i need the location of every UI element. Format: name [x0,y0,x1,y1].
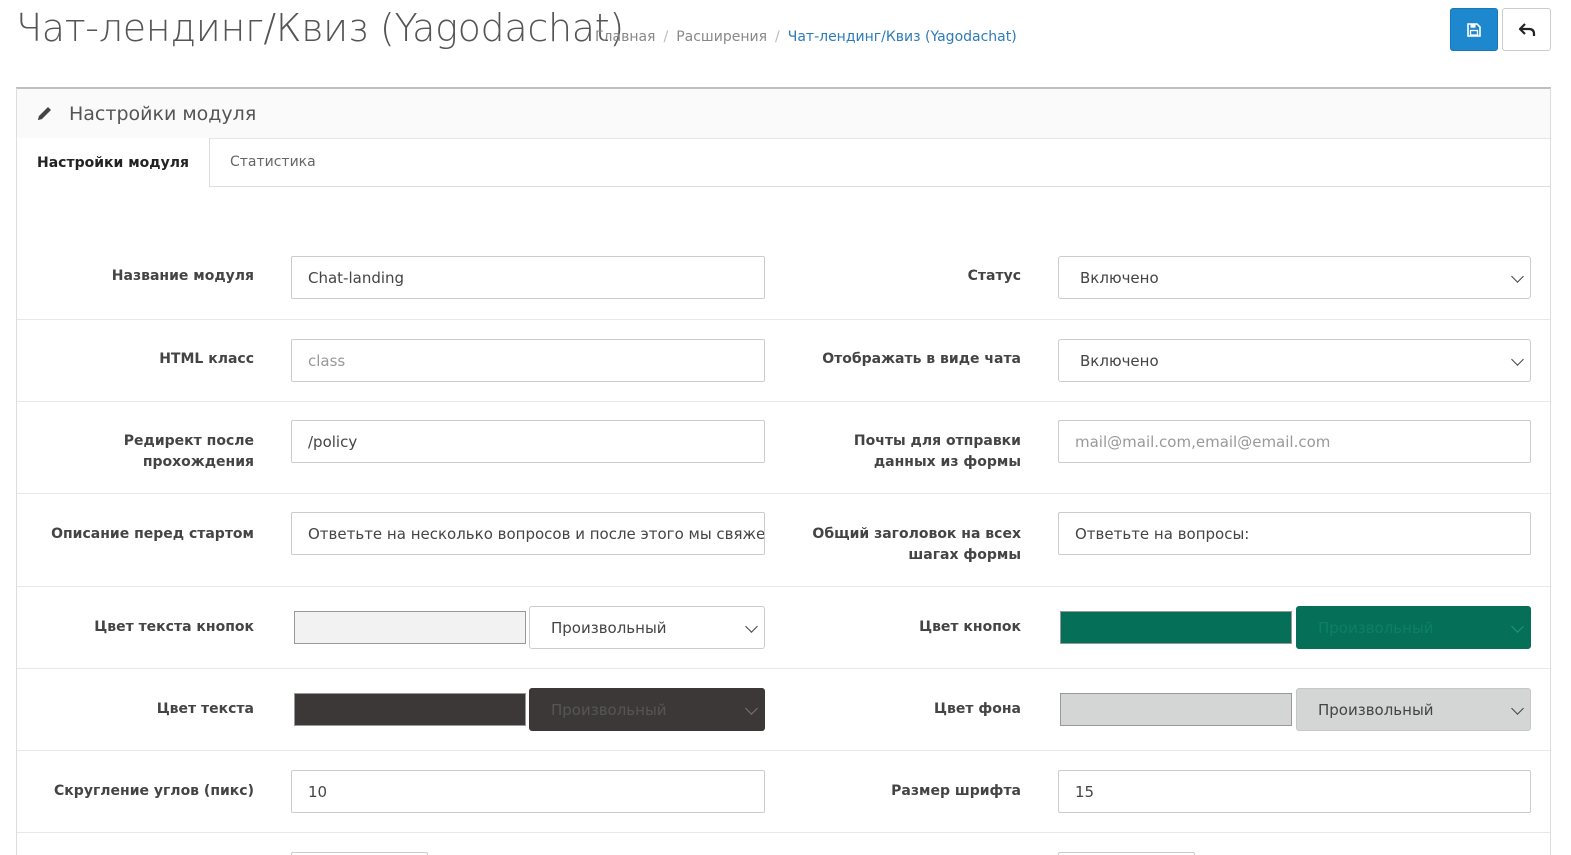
button-color-select[interactable]: Произвольный [1296,606,1531,649]
display-chat-value: Включено [1080,351,1159,370]
status-select[interactable]: Включено [1058,256,1531,299]
bg-color-value: Произвольный [1318,700,1434,719]
tab-module-settings[interactable]: Настройки модуля [17,138,210,187]
form-row-description-title: Описание перед стартом Ответьте на неско… [17,493,1550,586]
display-chat-label: Отображать в виде чата [822,351,1021,367]
font-size-label: Размер шрифта [891,783,1021,799]
font-size-input[interactable]: 15 [1058,770,1531,813]
breadcrumb-current[interactable]: Чат-лендинг/Квиз (Yagodachat) [788,29,1017,45]
chevron-down-icon [745,701,758,715]
chevron-down-icon [1511,269,1524,283]
button-text-color-select[interactable]: Произвольный [529,606,765,649]
breadcrumb: Главная / Расширения / Чат-лендинг/Квиз … [595,29,1017,45]
reply-icon [1518,22,1535,36]
text-color-value: Произвольный [551,700,667,719]
text-color-swatch[interactable] [294,693,526,726]
pencil-icon [38,106,51,120]
back-button[interactable] [1502,8,1551,51]
bg-color-select[interactable]: Произвольный [1296,688,1531,731]
form-row-redirect-emails: Редирект после прохождения /policy Почты… [17,401,1550,493]
breadcrumb-extensions[interactable]: Расширения [676,29,767,45]
chevron-down-icon [745,619,758,633]
save-icon [1467,22,1481,37]
button-text-color-value: Произвольный [551,618,667,637]
tab-statistics[interactable]: Статистика [210,138,336,186]
save-button[interactable] [1450,8,1498,51]
settings-panel: Настройки модуля Настройки модуля Статис… [16,87,1551,855]
common-title-label: Общий заголовок на всех шагах формы [812,526,1021,563]
description-label: Описание перед стартом [51,526,254,542]
bg-color-swatch[interactable] [1060,693,1292,726]
button-text-color-label: Цвет текста кнопок [94,619,254,635]
emails-input[interactable]: mail@mail.com,email@email.com [1058,420,1531,463]
emails-label: Почты для отправки данных из формы [853,433,1021,470]
module-name-label: Название модуля [111,268,254,284]
border-radius-input[interactable]: 10 [291,770,765,813]
tabs: Настройки модуля Статистика [17,138,1550,187]
button-color-value: Произвольный [1318,618,1434,637]
html-class-label: HTML класс [159,351,254,367]
button-text-color-swatch[interactable] [294,611,526,644]
panel-heading: Настройки модуля [17,89,1550,139]
html-class-input[interactable]: class [291,339,765,382]
status-label: Статус [967,268,1021,284]
text-color-select[interactable]: Произвольный [529,688,765,731]
description-input[interactable]: Ответьте на несколько вопросов и после э… [291,512,765,555]
form-row-next [17,832,1550,855]
redirect-label: Редирект после прохождения [123,433,254,470]
form-row-text-bg-colors: Цвет текста Произвольный Цвет фона Произ… [17,668,1550,750]
form-row-class-chat: HTML класс class Отображать в виде чата … [17,319,1550,401]
chevron-down-icon [1511,619,1524,633]
button-color-swatch[interactable] [1060,611,1292,644]
module-name-input[interactable]: Chat-landing [291,256,765,299]
text-color-label: Цвет текста [156,701,254,717]
display-chat-select[interactable]: Включено [1058,339,1531,382]
border-radius-label: Скругление углов (пикс) [54,783,254,799]
status-value: Включено [1080,268,1159,287]
form-row-button-colors: Цвет текста кнопок Произвольный Цвет кно… [17,586,1550,668]
redirect-input[interactable]: /policy [291,420,765,463]
common-title-input[interactable]: Ответьте на вопросы: [1058,512,1531,555]
form-row-radius-font: Скругление углов (пикс) 10 Размер шрифта… [17,750,1550,832]
form-row-name-status: Название модуля Chat-landing Статус Вклю… [17,237,1550,319]
page-title: Чат-лендинг/Квиз (Yagodachat) [16,6,624,50]
chevron-down-icon [1511,352,1524,366]
chevron-down-icon [1511,701,1524,715]
breadcrumb-home[interactable]: Главная [595,29,655,45]
bg-color-label: Цвет фона [934,701,1021,717]
button-color-label: Цвет кнопок [919,619,1021,635]
panel-title: Настройки модуля [69,102,257,125]
